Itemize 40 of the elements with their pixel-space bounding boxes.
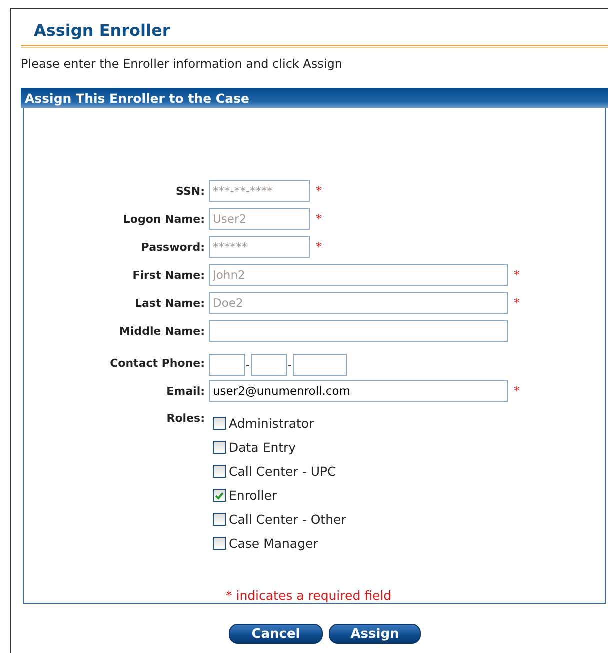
checkbox-label: Call Center - UPC xyxy=(229,464,336,479)
separator: - xyxy=(246,358,250,372)
field-label: Roles: xyxy=(166,412,206,425)
checkbox-label: Administrator xyxy=(229,416,314,431)
required-mark: * xyxy=(316,212,322,226)
input-field[interactable]: user2@unumenroll.com xyxy=(209,380,508,402)
checkbox-label: Enroller xyxy=(229,488,278,503)
field-label: Password: xyxy=(140,240,206,254)
separator: - xyxy=(288,358,292,372)
required-note: * indicates a required field xyxy=(226,588,392,603)
required-mark: * xyxy=(316,240,322,254)
required-mark: * xyxy=(514,384,520,398)
checkbox[interactable] xyxy=(213,537,226,550)
input-field[interactable] xyxy=(209,320,508,342)
checkbox[interactable] xyxy=(213,513,226,526)
checkbox[interactable] xyxy=(213,417,226,430)
instructions: Please enter the Enroller information and click Assign xyxy=(21,57,342,71)
input-field[interactable] xyxy=(250,354,287,376)
input-field[interactable] xyxy=(292,354,347,376)
field-label: First Name: xyxy=(132,268,206,282)
field-label: Email: xyxy=(166,384,206,398)
required-mark: * xyxy=(514,268,520,282)
checkbox-label: Data Entry xyxy=(229,440,296,455)
field-label: Middle Name: xyxy=(118,324,206,338)
required-mark: * xyxy=(316,184,322,198)
checkbox-label: Call Center - Other xyxy=(229,512,346,527)
field-label: SSN: xyxy=(175,184,206,198)
cancel-button[interactable]: Cancel xyxy=(229,624,323,644)
checkbox[interactable] xyxy=(213,489,226,502)
field-label: Logon Name: xyxy=(122,212,206,226)
panel-header: Assign This Enroller to the Case xyxy=(21,88,608,108)
input-field[interactable] xyxy=(209,354,245,376)
field-label: Last Name: xyxy=(134,296,206,310)
page-title: Assign Enroller xyxy=(34,20,170,42)
required-mark: * xyxy=(514,296,520,310)
checkbox[interactable] xyxy=(213,441,226,454)
checkbox-label: Case Manager xyxy=(229,536,318,551)
checkbox[interactable] xyxy=(213,465,226,478)
assign-button[interactable]: Assign xyxy=(329,624,421,644)
field-label: Contact Phone: xyxy=(109,356,206,370)
